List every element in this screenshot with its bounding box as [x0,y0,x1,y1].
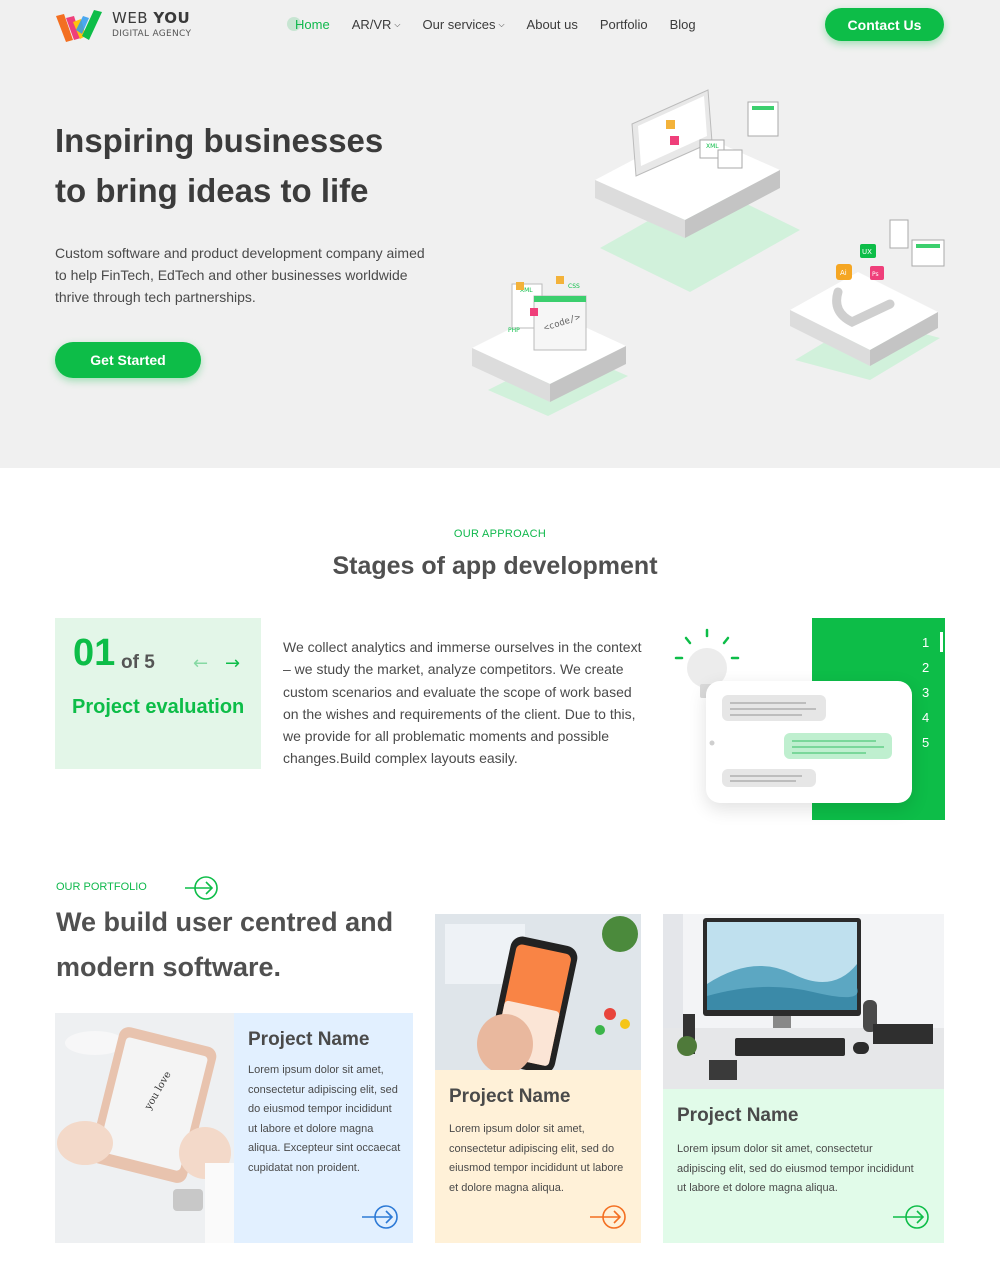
arrow-right-icon[interactable]: → [225,653,240,674]
step-1[interactable]: 1 [922,630,942,655]
circle-arrow-right-icon[interactable] [362,1204,400,1230]
circle-arrow-right-icon[interactable] [893,1204,931,1230]
stage-card: 01 of 5 ← → Project evaluation [55,618,261,769]
svg-text:CSS: CSS [568,283,580,290]
stage-description: We collect analytics and immerse ourselv… [283,639,642,767]
project-card-2[interactable]: Project Name Lorem ipsum dolor sit amet,… [435,914,641,1243]
nav-about-us-label: About us [526,17,578,32]
nav-ar-vr-label: AR/VR [351,17,392,32]
logo-text: WEB YOU DIGITAL AGENCY [112,11,191,39]
platform-monitor: XML [595,89,800,292]
nav-portfolio[interactable]: Portfolio [600,17,648,32]
step-3[interactable]: 3 [922,680,942,705]
step-4[interactable]: 4 [922,705,942,730]
nav-blog-label: Blog [669,17,696,32]
nav-our-services[interactable]: Our services ⌵ [423,17,505,32]
platform-ui: Ai UX Ps [790,219,945,380]
svg-text:Ai: Ai [840,269,847,277]
project-2-title: Project Name [449,1086,571,1107]
logo-w-icon [56,8,104,42]
project-card-3[interactable]: Project Name Lorem ipsum dolor sit amet,… [663,914,944,1243]
step-list: 1 2 3 4 5 [922,630,942,755]
project-2-image [435,914,641,1070]
svg-text:XML: XML [706,143,719,150]
portfolio-title: We build user centred and modern softwar… [56,907,394,982]
project-3-text: Lorem ipsum dolor sit amet, consectetur … [677,1143,914,1194]
project-1-text: Lorem ipsum dolor sit amet, consectetur … [248,1064,401,1174]
hero-title: Inspiring businesses to bring ideas to l… [55,116,455,216]
circle-arrow-right-icon[interactable] [590,1204,628,1230]
stage-total: of 5 [121,652,155,673]
project-2-text: Lorem ipsum dolor sit amet, consectetur … [449,1123,624,1194]
step-5[interactable]: 5 [922,730,942,755]
nav-home-label: Home [295,17,330,32]
portfolio-eyebrow: OUR PORTFOLIO [56,881,147,893]
contact-us-button[interactable]: Contact Us [825,8,944,41]
nav-ar-vr[interactable]: AR/VR ⌵ [352,17,401,32]
stage-illustration: 1 2 3 4 5 [670,618,945,821]
nav-about-us[interactable]: About us [527,17,578,32]
hero-section: WEB YOU DIGITAL AGENCY Home AR/VR ⌵ Our s… [0,0,1000,468]
chat-card [706,681,912,803]
hero-description: Custom software and product development … [55,245,425,305]
hero-title-line-1: Inspiring businesses [55,122,384,159]
logo-name: WEB YOU [112,11,191,26]
get-started-button[interactable]: Get Started [55,342,201,378]
main-nav: Home AR/VR ⌵ Our services ⌵ About us Portf… [287,17,718,32]
logo-name-light: WEB [112,9,154,27]
nav-home[interactable]: Home [287,17,330,32]
nav-blog[interactable]: Blog [670,17,696,32]
project-1-title: Project Name [248,1029,370,1050]
nav-our-services-label: Our services [422,17,496,32]
approach-eyebrow: OUR APPROACH [453,528,547,540]
circle-arrow-right-icon[interactable] [185,875,221,901]
hero-illustration: XML Ai UX Ps <code/> XML CSS PHP [472,89,945,416]
step-2[interactable]: 2 [922,655,942,680]
project-3-title: Project Name [677,1105,799,1126]
hero-title-line-2: to bring ideas to life [55,172,369,209]
chevron-down-icon: ⌵ [394,19,401,29]
site-logo[interactable]: WEB YOU DIGITAL AGENCY [56,8,191,42]
chevron-down-icon: ⌵ [498,19,505,29]
svg-text:PHP: PHP [508,327,520,334]
logo-name-bold: YOU [153,9,191,27]
stage-number: 01 [73,632,116,674]
project-1-image: you love [55,1013,234,1243]
platform-code: <code/> XML CSS PHP [472,276,628,416]
arrow-left-icon[interactable]: ← [193,653,208,674]
project-3-image [663,914,944,1089]
stage-name: Project evaluation [72,696,245,718]
logo-subtitle: DIGITAL AGENCY [112,29,192,39]
svg-text:Ps: Ps [872,271,879,278]
svg-text:UX: UX [862,248,872,256]
nav-portfolio-label: Portfolio [599,17,648,32]
approach-title: Stages of app development [332,552,658,580]
project-card-1[interactable]: you love Project Name Lorem ipsum dolor … [55,1013,413,1243]
